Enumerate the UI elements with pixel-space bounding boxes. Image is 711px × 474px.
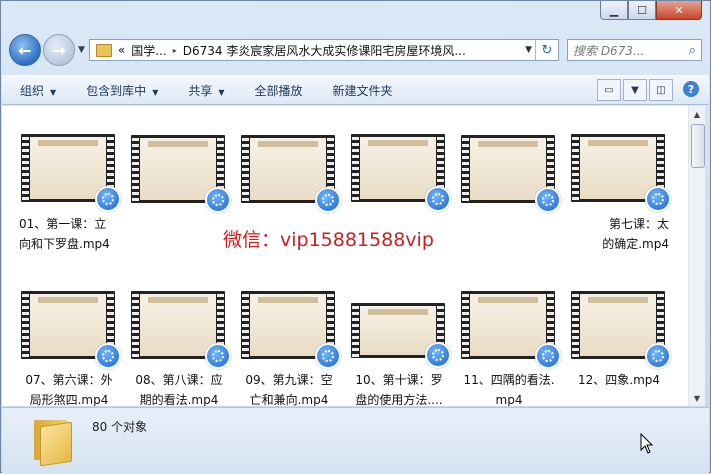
scroll-up-icon[interactable]: ▲ (689, 106, 705, 122)
arrow-right-icon: → (52, 40, 66, 60)
media-player-icon (95, 186, 121, 212)
video-thumbnail (21, 134, 121, 212)
item-count: 80 个对象 (92, 420, 148, 434)
file-name-label: 第七课：太 的确定.mp4 (602, 217, 669, 251)
minimize-button[interactable]: ▁ (600, 1, 628, 20)
search-icon[interactable]: ⌕ (689, 43, 696, 58)
media-player-icon (535, 343, 561, 369)
status-bar: 80 个对象 (2, 407, 709, 474)
video-file-item[interactable]: 07、第六课：外 局形煞四.mp4 (19, 288, 127, 406)
forward-button[interactable]: → (43, 34, 75, 66)
video-file-item[interactable]: 11、四隅的看法. mp4 (459, 288, 567, 406)
media-player-icon (205, 343, 231, 369)
video-file-item[interactable]: 08、第八课：应 期的看法.mp4 (129, 288, 237, 406)
video-file-item[interactable]: 09、第九课：空 亡和兼向.mp4 (239, 288, 347, 406)
vertical-scrollbar[interactable]: ▲ ▼ (688, 106, 705, 406)
media-player-icon (205, 187, 231, 213)
view-dropdown-icon[interactable]: ▼ (623, 79, 647, 101)
video-thumbnail (461, 291, 561, 369)
back-button[interactable]: ← (9, 34, 41, 66)
window-controls: ▁ ☐ ✕ (600, 1, 702, 20)
media-player-icon (425, 342, 451, 368)
search-placeholder: 搜索 D673... (573, 43, 645, 58)
share-button[interactable]: 共享 ▼ (188, 82, 224, 99)
chevron-down-icon: ▼ (218, 87, 225, 97)
video-thumbnail (131, 135, 231, 213)
media-player-icon (535, 187, 561, 213)
address-bar[interactable]: « 国学... ▸ D6734 李炎宸家居风水大成实修课阳宅房屋环境风... ▼… (88, 39, 559, 61)
include-in-library-button[interactable]: 包含到库中 ▼ (86, 82, 158, 99)
view-controls: ▭ ▼ ◫ ? (595, 79, 699, 101)
command-toolbar: 组织 ▼ 包含到库中 ▼ 共享 ▼ 全部播放 新建文件夹 ▭ ▼ ◫ ? (2, 75, 709, 105)
media-player-icon (95, 343, 121, 369)
file-name-label: 12、四象.mp4 (577, 373, 661, 387)
video-thumbnail (571, 134, 671, 212)
scroll-thumb[interactable] (691, 124, 705, 168)
media-player-icon (645, 343, 671, 369)
maximize-button[interactable]: ☐ (628, 1, 656, 20)
preview-pane-icon[interactable]: ◫ (649, 79, 673, 101)
explorer-window: ▁ ☐ ✕ ← → ▼ « 国学... ▸ D6734 李炎宸家居风水大成实修课… (0, 0, 711, 474)
address-dropdown-icon[interactable]: ▼ (525, 45, 532, 55)
chevron-down-icon: ▼ (152, 87, 159, 97)
video-thumbnail (131, 291, 231, 369)
video-file-item[interactable]: 10、第十课：罗 盘的使用方法.... (349, 288, 457, 406)
refresh-icon[interactable]: ↻ (535, 40, 558, 60)
video-file-item[interactable]: 12、四象.mp4 (569, 288, 677, 406)
file-name-label: 08、第八课：应 期的看法.mp4 (135, 373, 223, 406)
file-name-label: 11、四隅的看法. mp4 (463, 373, 555, 406)
navigation-bar: ← → ▼ « 国学... ▸ D6734 李炎宸家居风水大成实修课阳宅房屋环境… (9, 31, 702, 69)
organize-button[interactable]: 组织 ▼ (20, 82, 56, 99)
watermark-text: 微信：vip15881588vip (223, 229, 434, 251)
help-button[interactable]: ? (683, 79, 699, 99)
close-button[interactable]: ✕ (656, 1, 702, 20)
video-thumbnail (461, 135, 561, 213)
scroll-down-icon[interactable]: ▼ (689, 390, 705, 406)
video-file-item[interactable] (459, 132, 567, 262)
video-file-item[interactable] (129, 132, 237, 262)
video-thumbnail (21, 291, 121, 369)
play-all-button[interactable]: 全部播放 (255, 82, 303, 99)
video-file-item[interactable]: 01、第一课：立 向和下罗盘.mp4 (19, 132, 127, 262)
address-segment-current[interactable]: D6734 李炎宸家居风水大成实修课阳宅房屋环境风... (183, 42, 466, 59)
help-icon: ? (683, 81, 699, 97)
new-folder-button[interactable]: 新建文件夹 (333, 82, 393, 99)
video-thumbnail (351, 134, 451, 212)
media-player-icon (645, 186, 671, 212)
arrow-left-icon: ← (18, 40, 32, 60)
file-list: 01、第一课：立 向和下罗盘.mp4 第七课：太 的确定.mp4 07、第六课：外 … (2, 106, 688, 406)
file-name-label: 01、第一课：立 向和下罗盘.mp4 (19, 217, 110, 251)
chevron-down-icon: ▼ (50, 87, 57, 97)
address-segment-guoxue[interactable]: 国学... (131, 42, 166, 59)
media-player-icon (315, 343, 341, 369)
chevron-right-icon[interactable]: ▸ (173, 46, 177, 55)
file-name-label: 10、第十课：罗 盘的使用方法.... (355, 373, 443, 406)
video-thumbnail (351, 303, 451, 368)
folder-icon (95, 43, 112, 57)
mouse-cursor-icon (640, 433, 654, 454)
file-name-label: 09、第九课：空 亡和兼向.mp4 (245, 373, 333, 406)
file-name-label: 07、第六课：外 局形煞四.mp4 (25, 373, 113, 406)
video-thumbnail (571, 291, 671, 369)
video-file-item[interactable]: 第七课：太 的确定.mp4 (569, 132, 677, 262)
recent-pages-dropdown[interactable]: ▼ (78, 45, 85, 55)
folder-icon (34, 416, 72, 467)
media-player-icon (425, 186, 451, 212)
media-player-icon (315, 187, 341, 213)
search-box[interactable]: 搜索 D673... ⌕ (567, 39, 702, 61)
view-icon[interactable]: ▭ (597, 79, 621, 101)
video-thumbnail (241, 291, 341, 369)
address-overflow[interactable]: « (118, 43, 125, 57)
video-thumbnail (241, 135, 341, 213)
